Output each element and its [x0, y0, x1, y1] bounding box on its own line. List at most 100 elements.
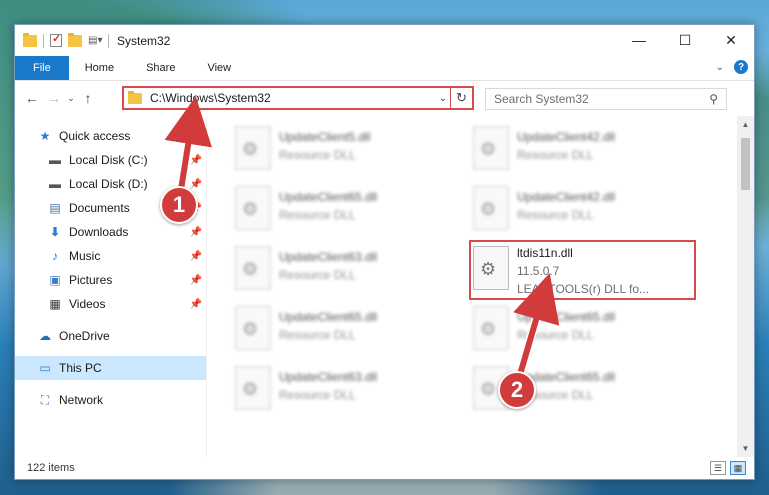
ribbon-tabs: File Home Share View ⌄ ?	[15, 56, 754, 81]
pin-icon[interactable]: 📌	[190, 155, 202, 166]
sidebar-item-music[interactable]: ♪ Music 📌	[15, 244, 206, 268]
file-item[interactable]: UpdateClient65.dll Resource DLL	[231, 302, 455, 358]
dll-file-icon	[473, 186, 509, 230]
tab-file[interactable]: File	[15, 56, 69, 80]
address-path[interactable]: C:\Windows\System32	[150, 91, 436, 105]
file-name: UpdateClient65.dll	[517, 310, 616, 324]
title-bar: ▤▾ System32 — ☐ ✕	[15, 25, 754, 56]
file-name: UpdateClient63.dll	[279, 370, 378, 384]
sidebar-item-onedrive[interactable]: ☁ OneDrive	[15, 324, 206, 348]
sidebar-item-pictures[interactable]: ▣ Pictures 📌	[15, 268, 206, 292]
tab-view[interactable]: View	[191, 56, 247, 80]
address-dropdown-icon[interactable]: ⌄	[436, 93, 450, 104]
sidebar-item-this-pc[interactable]: ▭ This PC	[15, 356, 206, 380]
scroll-down-icon[interactable]: ▼	[737, 440, 754, 457]
pictures-icon: ▣	[49, 273, 61, 287]
sidebar-item-label: This PC	[59, 361, 102, 375]
file-item[interactable]: UpdateClient63.dll Resource DLL	[231, 362, 455, 418]
tab-home[interactable]: Home	[69, 56, 130, 80]
sidebar-item-local-disk-c[interactable]: ▬ Local Disk (C:) 📌	[15, 148, 206, 172]
file-explorer-window: ▤▾ System32 — ☐ ✕ File Home Share View ⌄…	[14, 24, 755, 480]
file-type: Resource DLL	[279, 328, 356, 342]
music-icon: ♪	[52, 249, 58, 263]
sidebar-item-network[interactable]: ⛶ Network	[15, 388, 206, 412]
pin-icon[interactable]: 📌	[190, 299, 202, 310]
close-button[interactable]: ✕	[708, 25, 754, 55]
main-area: ★ Quick access ▬ Local Disk (C:) 📌 ▬ Loc…	[15, 116, 754, 457]
pin-icon[interactable]: 📌	[190, 227, 202, 238]
divider	[43, 33, 44, 48]
search-icon: ⚲	[709, 92, 718, 106]
customize-toolbar-icon[interactable]: ▤▾	[88, 35, 102, 47]
quick-access-toolbar: ▤▾	[15, 32, 109, 48]
file-name: UpdateClient42.dll	[517, 190, 616, 204]
item-count: 122 items	[27, 462, 75, 474]
status-bar: 122 items ☰ ▦	[15, 457, 754, 479]
address-bar[interactable]: C:\Windows\System32 ⌄ ↻	[122, 86, 474, 110]
forward-button[interactable]: →	[43, 90, 65, 106]
address-row: ← → ⌄ ↑ C:\Windows\System32 ⌄ ↻ Search S…	[15, 81, 754, 115]
up-button[interactable]: ↑	[77, 90, 99, 106]
star-icon: ★	[39, 129, 51, 143]
details-view-icon[interactable]: ☰	[710, 461, 726, 475]
file-type: Resource DLL	[279, 268, 356, 282]
dll-file-icon	[235, 186, 271, 230]
scroll-thumb[interactable]	[741, 138, 750, 190]
cloud-icon: ☁	[39, 329, 51, 343]
search-input[interactable]: Search System32	[494, 92, 709, 106]
sidebar-item-label: Documents	[69, 201, 130, 215]
pin-icon[interactable]: 📌	[190, 275, 202, 286]
step-1-badge: 1	[160, 186, 198, 224]
file-item[interactable]: UpdateClient42.dll Resource DLL	[469, 182, 693, 238]
pin-icon[interactable]: 📌	[190, 251, 202, 262]
divider	[108, 33, 109, 48]
sidebar-item-label: OneDrive	[59, 329, 110, 343]
file-type: Resource DLL	[517, 328, 594, 342]
sidebar-item-videos[interactable]: ▦ Videos 📌	[15, 292, 206, 316]
scroll-up-icon[interactable]: ▲	[737, 116, 754, 133]
maximize-button[interactable]: ☐	[662, 25, 708, 55]
file-name: UpdateClient65.dll	[279, 190, 378, 204]
file-item[interactable]: UpdateClient42.dll Resource DLL	[469, 122, 693, 178]
properties-icon[interactable]	[50, 32, 62, 47]
file-list: UpdateClient5.dll Resource DLL UpdateClie…	[207, 116, 754, 457]
dll-file-icon	[235, 306, 271, 350]
network-icon: ⛶	[40, 392, 50, 407]
window-controls: — ☐ ✕	[616, 25, 754, 55]
file-item[interactable]: UpdateClient63.dll Resource DLL	[231, 242, 455, 298]
file-type: Resource DLL	[517, 208, 594, 222]
folder-icon	[128, 90, 142, 104]
tab-share[interactable]: Share	[130, 56, 191, 80]
expand-ribbon-icon[interactable]: ⌄	[716, 62, 724, 73]
file-item[interactable]: UpdateClient5.dll Resource DLL	[231, 122, 455, 178]
tiles-view-icon[interactable]: ▦	[730, 461, 746, 475]
recent-locations-icon[interactable]: ⌄	[65, 93, 77, 104]
file-name: UpdateClient42.dll	[517, 130, 616, 144]
refresh-icon[interactable]: ↻	[450, 88, 472, 108]
sidebar-item-label: Videos	[69, 297, 106, 311]
help-icon[interactable]: ?	[734, 60, 748, 74]
file-name: UpdateClient5.dll	[279, 130, 371, 144]
back-button[interactable]: ←	[21, 90, 43, 106]
search-box[interactable]: Search System32 ⚲	[485, 88, 727, 110]
file-item[interactable]: UpdateClient65.dll Resource DLL	[231, 182, 455, 238]
file-name: UpdateClient65.dll	[279, 310, 378, 324]
vertical-scrollbar[interactable]: ▲ ▼	[737, 116, 754, 457]
sidebar-item-label: Music	[69, 249, 101, 263]
drive-icon: ▬	[49, 177, 61, 191]
pin-icon[interactable]: 📌	[190, 179, 202, 190]
dll-file-icon	[473, 306, 509, 350]
drive-icon: ▬	[49, 153, 61, 167]
dll-file-icon	[473, 126, 509, 170]
dll-file-icon	[235, 366, 271, 410]
sidebar-item-quick-access[interactable]: ★ Quick access	[15, 124, 206, 148]
sidebar-item-label: Network	[59, 393, 104, 407]
new-folder-icon[interactable]	[68, 32, 82, 47]
minimize-button[interactable]: —	[616, 25, 662, 55]
downloads-icon: ⬇	[49, 225, 61, 239]
file-type: Resource DLL	[279, 388, 356, 402]
dll-file-icon	[235, 246, 271, 290]
file-item[interactable]: UpdateClient65.dll Resource DLL	[469, 302, 693, 358]
sidebar-item-label: Local Disk (C:)	[69, 153, 148, 167]
